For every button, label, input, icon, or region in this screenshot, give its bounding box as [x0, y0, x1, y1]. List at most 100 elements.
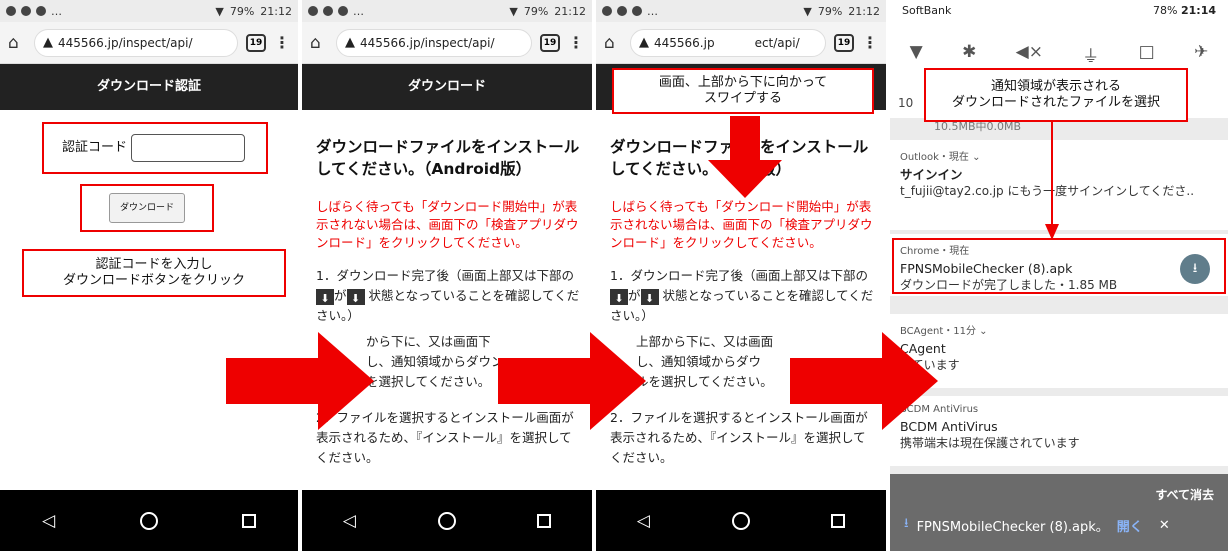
notification-icon	[617, 6, 627, 16]
carrier: SoftBank	[902, 4, 952, 17]
notification-title: CAgent	[900, 341, 946, 356]
back-icon[interactable]: ◁	[343, 511, 356, 531]
more-menu-icon[interactable]: ⋮	[568, 33, 584, 52]
next-step-arrow	[226, 332, 374, 430]
notification-icon	[323, 6, 333, 16]
battery-level: 79%	[229, 4, 255, 18]
battery-level: 79%	[523, 4, 549, 18]
next-step-arrow	[790, 332, 938, 430]
notification-icon	[308, 6, 318, 16]
tab-count-button[interactable]: 19	[540, 33, 560, 52]
page-title: ダウンロード	[302, 64, 592, 110]
status-time: 21:12	[554, 4, 586, 18]
notification-icon	[6, 6, 16, 16]
warning-icon: ▲	[639, 35, 649, 50]
download-notification-highlight	[892, 238, 1226, 294]
url-field[interactable]: ▲ 445566.jp ect/api/	[630, 28, 826, 57]
recents-icon[interactable]	[537, 513, 552, 528]
notification-title: BCDM AntiVirus	[900, 419, 998, 434]
download-done-icon: ⭳	[904, 516, 909, 531]
download-bar-row: ⭳ FPNSMobileChecker (8).apk。 開く ✕	[904, 514, 1218, 536]
arrow-shape	[498, 332, 646, 430]
step-1-text: 1．ダウンロード完了後（画面上部又は下部の	[316, 268, 574, 283]
download-icon: ⬇	[346, 288, 365, 305]
connector-arrow	[1045, 122, 1059, 240]
notification-app: BCAgent・11分 ⌄	[900, 326, 988, 337]
close-button[interactable]: ✕	[1159, 518, 1170, 533]
url-tail: ect/api/	[754, 35, 800, 50]
download-icon: ⬇	[640, 288, 659, 305]
notification-icon	[338, 6, 348, 16]
url-text: 445566.jp/inspect/api/	[360, 35, 495, 50]
arrow-shape	[790, 332, 938, 430]
status-time: 21:12	[848, 4, 880, 18]
phone-screen-auth: … ▼ 79% 21:12 ⌂ ▲ 445566.jp/inspect/api/ 19…	[0, 0, 298, 551]
back-icon[interactable]: ◁	[637, 511, 650, 531]
auth-code-highlight: 認証コード	[42, 122, 268, 174]
page-title: ダウンロード認証	[0, 64, 298, 110]
open-button[interactable]: 開く	[1117, 516, 1143, 535]
install-heading: ダウンロードファイルをインストールしてください。（Android版）	[316, 138, 580, 178]
android-nav-bar: ◁	[302, 490, 592, 551]
phone-notification-shade: SoftBank 78% 21:14 ▼ ✱ ◀× ⏚ □ ✈ 10 10.5M…	[890, 0, 1228, 551]
browser-toolbar: ⌂ ▲ 445566.jp ect/api/ 19 ⋮	[596, 22, 886, 64]
url-field[interactable]: ▲ 445566.jp/inspect/api/	[336, 28, 532, 57]
status-bar: … ▼ 79% 21:12	[596, 0, 886, 22]
status-bar: SoftBank 78% 21:14	[890, 0, 1228, 20]
wifi-icon: ▼	[215, 4, 224, 18]
step-1-text: 1．ダウンロード完了後（画面上部又は下部の	[610, 268, 868, 283]
battery-level: 78%	[1153, 4, 1178, 17]
android-nav-bar: ◁	[0, 490, 298, 551]
instruction-callout: 認証コードを入力し ダウンロードボタンをクリック	[22, 249, 286, 297]
home-icon[interactable]: ⌂	[310, 33, 328, 53]
status-bar: … ▼ 79% 21:12	[0, 0, 298, 22]
clear-all-button[interactable]: すべて消去	[1155, 486, 1214, 503]
recents-icon[interactable]	[241, 513, 256, 528]
status-time: 21:12	[260, 4, 292, 18]
phone-screen-download: … ▼ 79% 21:12 ⌂ ▲ 445566.jp/inspect/api/ 19…	[302, 0, 592, 551]
warning-text: しばらく待っても「ダウンロード開始中」が表示されない場合は、画面下の「検査アプリ…	[316, 199, 579, 250]
next-step-arrow	[498, 332, 646, 430]
download-button-highlight: ダウンロード	[80, 184, 214, 232]
home-nav-icon[interactable]	[139, 511, 158, 530]
android-nav-bar: ◁	[596, 490, 886, 551]
auth-code-label: 認証コード	[62, 140, 128, 155]
warning-icon: ▲	[345, 35, 355, 50]
auth-code-input[interactable]	[131, 134, 246, 162]
url-field[interactable]: ▲ 445566.jp/inspect/api/	[34, 28, 238, 57]
battery-level: 79%	[817, 4, 843, 18]
download-filename: FPNSMobileChecker (8).apk。	[916, 519, 1109, 535]
back-icon[interactable]: ◁	[42, 511, 55, 531]
url-text: 445566.jp	[654, 35, 715, 50]
download-button[interactable]: ダウンロード	[108, 193, 185, 223]
url-text: 445566.jp/inspect/api/	[58, 35, 193, 50]
step-1: 1．ダウンロード完了後（画面上部又は下部の ⬇ が ⬇ 状態となっていることを確認し…	[316, 266, 580, 326]
wifi-icon: ▼	[803, 4, 812, 18]
step-1-ga: が	[628, 288, 641, 303]
tab-count-button[interactable]: 19	[246, 33, 266, 52]
home-nav-icon[interactable]	[731, 511, 750, 530]
home-nav-icon[interactable]	[437, 511, 456, 530]
home-icon[interactable]: ⌂	[8, 33, 26, 53]
phone-screen-swipe: … ▼ 79% 21:12 ⌂ ▲ 445566.jp ect/api/ 19 ⋮ ダウ…	[596, 0, 886, 551]
status-icons-left: …	[6, 5, 62, 18]
status-right: 78% 21:14	[1153, 4, 1216, 17]
status-time: 21:14	[1180, 4, 1216, 17]
tab-count-button[interactable]: 19	[834, 33, 854, 52]
notification-antivirus[interactable]: BCDM AntiVirus BCDM AntiVirus 携帯端末は現在保護さ…	[890, 396, 1228, 466]
notification-body: 携帯端末は現在保護されています	[900, 436, 1080, 450]
home-icon[interactable]: ⌂	[604, 33, 622, 53]
more-menu-icon[interactable]: ⋮	[274, 33, 290, 52]
notification-app: BCDM AntiVirus	[900, 404, 979, 415]
screenshot-stage: … ▼ 79% 21:12 ⌂ ▲ 445566.jp/inspect/api/ 19…	[0, 0, 1228, 551]
notification-bcagent[interactable]: BCAgent・11分 ⌄ CAgent しています	[890, 314, 1228, 388]
heading-part: してください。	[610, 160, 718, 178]
notification-icon	[632, 6, 642, 16]
step-1-ga: が	[334, 288, 347, 303]
more-menu-icon[interactable]: ⋮	[862, 33, 878, 52]
status-bar: … ▼ 79% 21:12	[302, 0, 592, 22]
recents-icon[interactable]	[831, 513, 846, 528]
download-icon: ⬇	[610, 288, 628, 305]
wifi-icon: ▼	[509, 4, 518, 18]
airplane-icon[interactable]: ✈	[1194, 42, 1208, 118]
